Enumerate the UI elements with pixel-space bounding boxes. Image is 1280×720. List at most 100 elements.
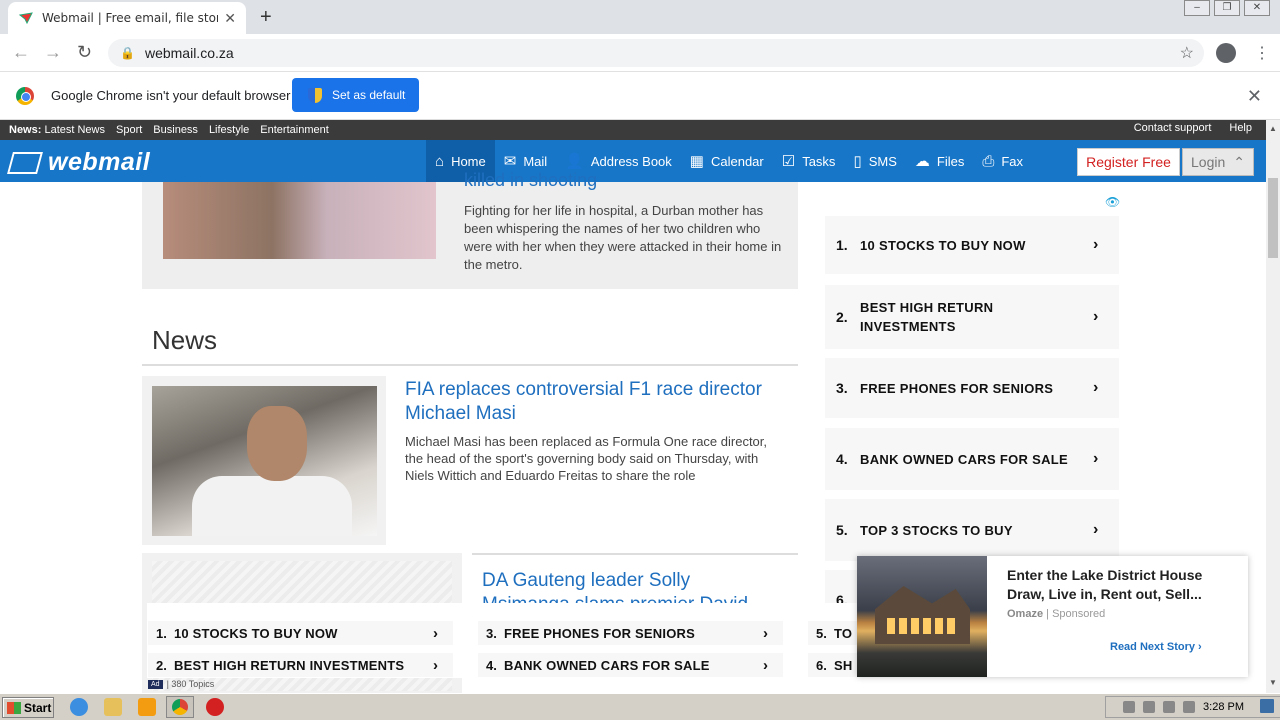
article-photo[interactable] — [152, 386, 377, 536]
person-icon: 👤 — [565, 153, 584, 170]
folder-icon[interactable] — [104, 698, 122, 716]
fax-icon: ⎙ — [982, 152, 995, 170]
register-free-button[interactable]: Register Free — [1077, 148, 1180, 176]
news-link-lifestyle[interactable]: Lifestyle — [209, 124, 249, 136]
bottom-ad-item[interactable]: 1. 10 STOCKS TO BUY NOW › — [148, 621, 453, 645]
popup-source: Omaze | Sponsored — [1007, 608, 1106, 620]
chevron-right-icon: › — [1093, 308, 1099, 325]
window-controls: – ❐ ✕ — [1180, 0, 1270, 16]
media-player-icon[interactable] — [138, 698, 156, 716]
ad-text: TO — [834, 625, 853, 641]
start-label: Start — [24, 700, 52, 715]
clock[interactable]: 3:28 PM — [1203, 701, 1244, 713]
webmail-logo[interactable]: webmail — [7, 148, 151, 177]
browser-tab[interactable]: Webmail | Free email, file storage, sms … — [8, 2, 246, 34]
nav-files[interactable]: ☁ Files — [906, 140, 973, 182]
restore-icon[interactable]: ❐ — [1214, 0, 1240, 16]
ad-text: FREE PHONES FOR SENIORS — [860, 380, 1054, 396]
browser-toolbar: ← → ↻ 🔒 webmail.co.za ☆ ⋮ — [0, 34, 1280, 72]
read-next-story-link[interactable]: Read Next Story › — [1110, 641, 1202, 653]
scroll-up-icon[interactable]: ▲ — [1269, 124, 1277, 133]
lock-icon: 🔒 — [120, 46, 135, 60]
flag-icon[interactable] — [1183, 701, 1196, 713]
set-as-default-label: Set as default — [332, 88, 406, 102]
windows-flag-icon — [7, 701, 21, 714]
chevron-right-icon: › — [763, 624, 768, 642]
ad-text: BEST HIGH RETURN INVESTMENTS — [174, 657, 405, 673]
sidebar-ad-item[interactable]: 5. TOP 3 STOCKS TO BUY › — [825, 499, 1119, 561]
bookmark-star-icon[interactable]: ☆ — [1180, 43, 1194, 63]
back-icon[interactable]: ← — [12, 42, 30, 63]
start-button[interactable]: Start — [2, 697, 54, 718]
volume-icon[interactable] — [1143, 701, 1156, 713]
page-scrollbar[interactable]: ▲ ▼ — [1266, 120, 1280, 693]
nav-home-label: Home — [451, 153, 486, 169]
menu-icon[interactable]: ⋮ — [1254, 43, 1270, 63]
new-tab-button[interactable]: + — [260, 6, 272, 29]
address-bar[interactable]: 🔒 webmail.co.za ☆ — [108, 39, 1204, 67]
forward-icon[interactable]: → — [44, 42, 62, 63]
article-thumbnail[interactable] — [142, 376, 386, 545]
featured-headline[interactable]: killed in shooting — [464, 170, 597, 191]
chevron-right-icon: › — [1093, 450, 1099, 467]
ad-number: 5. — [816, 625, 827, 641]
article-title[interactable]: FIA replaces controversial F1 race direc… — [405, 378, 795, 426]
set-as-default-button[interactable]: Set as default — [292, 78, 419, 112]
chevron-up-icon: ⌃ — [1233, 153, 1245, 170]
popup-title[interactable]: Enter the Lake District House Draw, Live… — [1007, 566, 1232, 604]
scroll-down-icon[interactable]: ▼ — [1269, 678, 1277, 687]
phone-icon: ▯ — [853, 153, 862, 170]
nav-address-book-label: Address Book — [590, 153, 672, 169]
reload-icon[interactable]: ↻ — [77, 42, 92, 63]
login-button[interactable]: Login ⌃ — [1182, 148, 1254, 176]
sidebar-ad-item[interactable]: 3. FREE PHONES FOR SENIORS › — [825, 358, 1119, 418]
ad-number: 1. — [156, 625, 167, 641]
close-window-icon[interactable]: ✕ — [1244, 0, 1270, 16]
chrome-taskbar-icon — [172, 699, 188, 715]
stop-icon[interactable] — [206, 698, 224, 716]
featured-article[interactable]: killed in shooting Fighting for her life… — [142, 170, 798, 289]
scrollbar-thumb[interactable] — [1268, 178, 1278, 258]
house-image[interactable] — [857, 556, 987, 677]
home-icon: ⌂ — [435, 152, 445, 170]
contact-support-link[interactable]: Contact support — [1134, 122, 1212, 134]
logo-text: webmail — [48, 148, 151, 176]
sidebar-ad-item[interactable]: 2. BEST HIGH RETURN INVESTMENTS › — [825, 285, 1119, 349]
minimize-icon[interactable]: – — [1184, 0, 1210, 16]
bottom-ad-item[interactable]: 6. SH — [808, 653, 858, 677]
profile-avatar-icon[interactable] — [1216, 43, 1236, 63]
nav-calendar-label: Calendar — [710, 153, 764, 169]
nav-calendar[interactable]: ▦ Calendar — [681, 140, 773, 182]
infobar-close-icon[interactable]: ✕ — [1247, 86, 1262, 107]
network-icon[interactable] — [1163, 701, 1176, 713]
tray-arrow-icon[interactable] — [1123, 701, 1136, 713]
news-link-business[interactable]: Business — [153, 124, 198, 136]
tab-close-icon[interactable]: ✕ — [224, 10, 236, 27]
adchoices-icon[interactable]: 👁 — [1105, 195, 1120, 209]
featured-image[interactable] — [163, 182, 436, 259]
sponsored-popup[interactable]: Enter the Lake District House Draw, Live… — [857, 556, 1248, 677]
topics-label: Ad | 380 Topics — [148, 679, 214, 689]
nav-tasks[interactable]: ☑ Tasks — [773, 140, 845, 182]
ie-icon[interactable] — [70, 698, 88, 716]
bottom-ad-item[interactable]: 5. TO — [808, 621, 858, 645]
checkbox-icon: ☑ — [781, 153, 796, 170]
help-link[interactable]: Help — [1229, 122, 1252, 134]
nav-sms[interactable]: ▯ SMS — [844, 140, 905, 182]
news-link-latest[interactable]: Latest News — [44, 124, 105, 136]
ad-text: BEST HIGH RETURN INVESTMENTS — [860, 300, 994, 334]
ad-text: BANK OWNED CARS FOR SALE — [860, 451, 1068, 467]
ad-number: 3. — [836, 380, 848, 396]
bottom-ad-item[interactable]: 4. BANK OWNED CARS FOR SALE › — [478, 653, 783, 677]
system-tray: 3:28 PM — [1105, 696, 1280, 718]
bottom-ad-item[interactable]: 2. BEST HIGH RETURN INVESTMENTS › — [148, 653, 453, 677]
nav-fax[interactable]: ⎙ Fax — [973, 140, 1032, 182]
show-desktop-icon[interactable] — [1260, 699, 1274, 713]
chrome-logo-icon — [16, 87, 34, 105]
news-link-sport[interactable]: Sport — [116, 124, 142, 136]
sidebar-ad-item[interactable]: 4. BANK OWNED CARS FOR SALE › — [825, 428, 1119, 490]
news-link-entertainment[interactable]: Entertainment — [260, 124, 328, 136]
sidebar-ad-item[interactable]: 1. 10 STOCKS TO BUY NOW › — [825, 216, 1119, 274]
ad-text: 10 STOCKS TO BUY NOW — [174, 625, 338, 641]
bottom-ad-item[interactable]: 3. FREE PHONES FOR SENIORS › — [478, 621, 783, 645]
